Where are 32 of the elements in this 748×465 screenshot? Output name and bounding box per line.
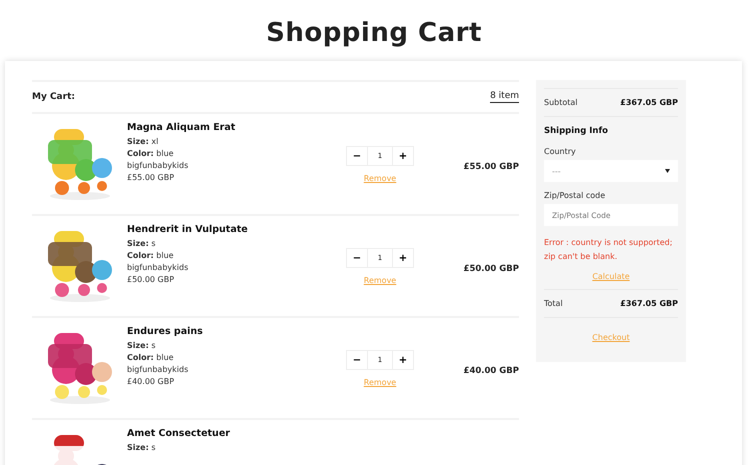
product-size: Size: s: [127, 341, 157, 350]
line-total: £50.00 GBP: [462, 263, 519, 274]
product-color: Color: blue: [127, 149, 175, 158]
line-total: £40.00 GBP: [462, 365, 519, 376]
product-size: Size: xl: [127, 137, 160, 146]
product-name: Endures pains: [127, 326, 204, 337]
unit-price: £50.00 GBP: [127, 275, 176, 284]
total-label: Total: [544, 299, 563, 308]
cart-heading: My Cart:: [32, 92, 75, 102]
item-count: 8 item: [490, 91, 519, 103]
line-total: £55.00 GBP: [462, 161, 519, 172]
product-color: Color: blue: [127, 353, 175, 362]
product-name: Amet Consectetuer: [127, 428, 231, 439]
unit-price: £40.00 GBP: [127, 377, 176, 386]
product-vendor: bigfunbabykids: [127, 365, 190, 374]
total-value: £367.05 GBP: [620, 299, 678, 308]
subtotal-value: £367.05 GBP: [620, 98, 678, 107]
country-label: Country: [544, 147, 577, 156]
caret-icon: [665, 169, 670, 173]
product-name: Hendrerit in Vulputate: [127, 224, 249, 235]
product-color: Color: blue: [127, 251, 175, 260]
product-vendor: bigfunbabykids: [127, 263, 190, 272]
product-vendor: bigfunbabykids: [127, 161, 190, 170]
product-name: Magna Aliquam Erat: [127, 122, 236, 133]
product-size: Size: s: [127, 443, 157, 452]
page-title: Shopping Cart: [266, 18, 482, 48]
subtotal-label: Subtotal: [544, 98, 578, 107]
unit-price: £55.00 GBP: [127, 173, 176, 182]
error-message: Error : country is not supported; zip can't be blank.: [544, 237, 674, 263]
shipping-heading: Shipping Info: [544, 126, 610, 136]
zip-label: Zip/Postal code: [544, 191, 606, 200]
product-size: Size: s: [127, 239, 157, 248]
